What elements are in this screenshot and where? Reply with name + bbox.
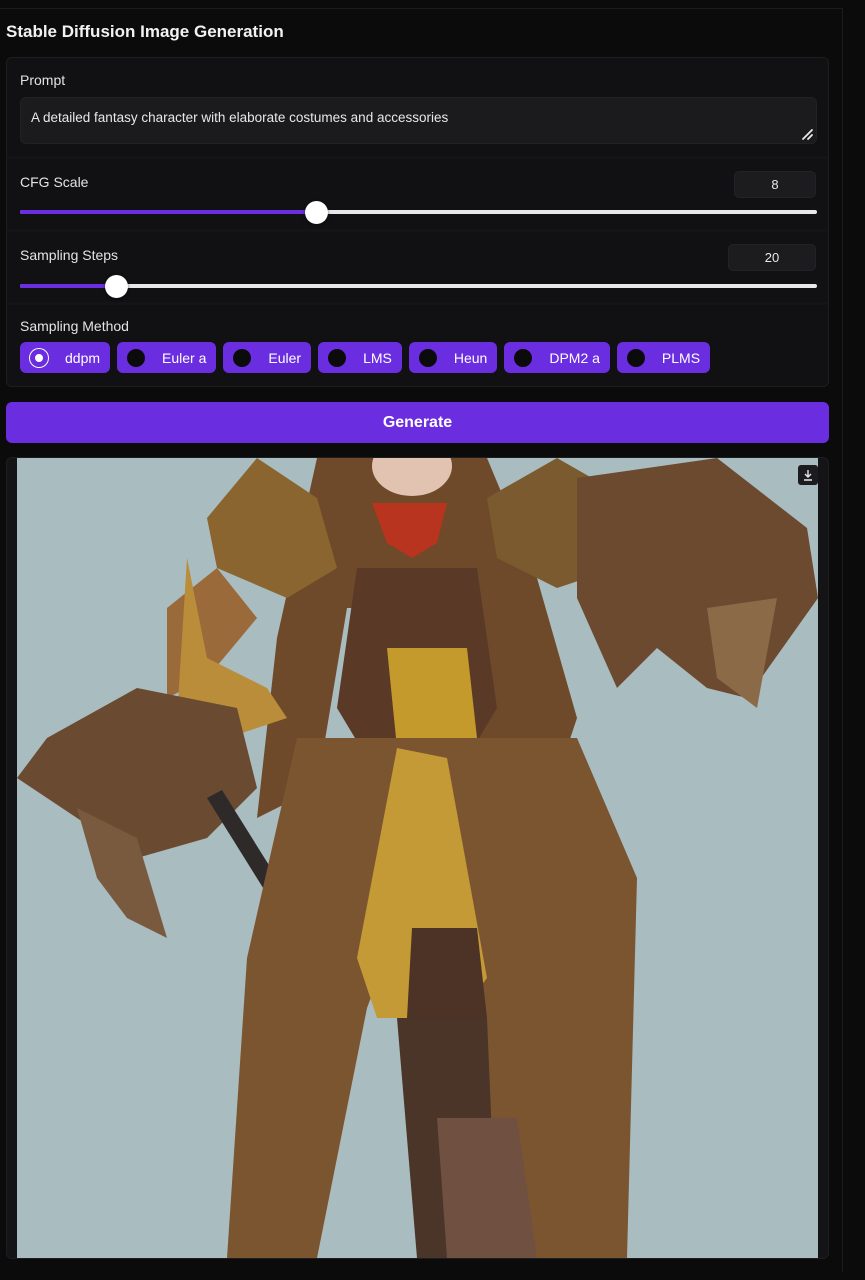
radio-option-label: ddpm [65,349,101,366]
controls-panel: Prompt A detailed fantasy character with… [6,57,829,387]
page-title: Stable Diffusion Image Generation [6,22,284,41]
sampling-steps-number-input[interactable]: 20 [728,244,816,271]
cfg-scale-slider-fill [20,210,316,214]
sampling-method-block: Sampling Method ddpm Euler a Euler LMS H… [7,305,828,386]
radio-option-euler-a[interactable]: Euler a [117,342,217,373]
radio-option-label: Heun [453,349,488,366]
radio-option-ddpm[interactable]: ddpm [20,342,111,373]
radio-dot-icon [328,348,347,367]
radio-option-lms[interactable]: LMS [318,342,402,373]
prompt-input[interactable]: A detailed fantasy character with elabor… [20,97,817,144]
sampling-method-radio-group: ddpm Euler a Euler LMS Heun DPM2 a PLMS [20,342,711,373]
resize-handle-icon[interactable] [800,127,814,141]
radio-dot-icon [418,348,437,367]
prompt-label: Prompt [20,72,66,88]
radio-option-plms[interactable]: PLMS [616,342,711,373]
cfg-scale-slider[interactable] [20,201,817,224]
radio-dot-icon [514,348,533,367]
cfg-scale-number-input[interactable]: 8 [734,171,816,198]
output-image-panel [6,457,829,1259]
radio-dot-icon [626,348,645,367]
radio-option-heun[interactable]: Heun [408,342,498,373]
radio-option-label: Euler a [162,349,207,366]
radio-option-label: DPM2 a [549,349,600,366]
generate-button[interactable]: Generate [6,402,829,443]
radio-dot-icon [30,348,48,367]
prompt-block: Prompt A detailed fantasy character with… [7,58,828,156]
download-icon [804,470,812,481]
sampling-steps-slider[interactable] [20,275,817,298]
prompt-input-value: A detailed fantasy character with elabor… [31,110,449,125]
download-button[interactable] [798,465,818,485]
sampling-steps-slider-thumb[interactable] [105,275,129,298]
radio-dot-icon [127,348,146,367]
cfg-scale-label: CFG Scale [20,174,89,190]
radio-option-euler[interactable]: Euler [223,342,312,373]
sampling-steps-slider-fill [20,284,117,288]
radio-option-label: LMS [363,349,392,366]
radio-option-label: PLMS [661,349,701,366]
generated-image [17,458,818,1258]
cfg-scale-block: CFG Scale 8 [7,159,828,229]
app-window: Stable Diffusion Image Generation Prompt… [0,8,843,1272]
sampling-steps-block: Sampling Steps 20 [7,232,828,302]
radio-option-dpm2-a[interactable]: DPM2 a [504,342,610,373]
radio-option-label: Euler [268,349,302,366]
sampling-method-label: Sampling Method [20,318,129,334]
cfg-scale-slider-thumb[interactable] [304,201,328,224]
sampling-steps-label: Sampling Steps [20,247,119,263]
radio-dot-icon [233,348,252,367]
